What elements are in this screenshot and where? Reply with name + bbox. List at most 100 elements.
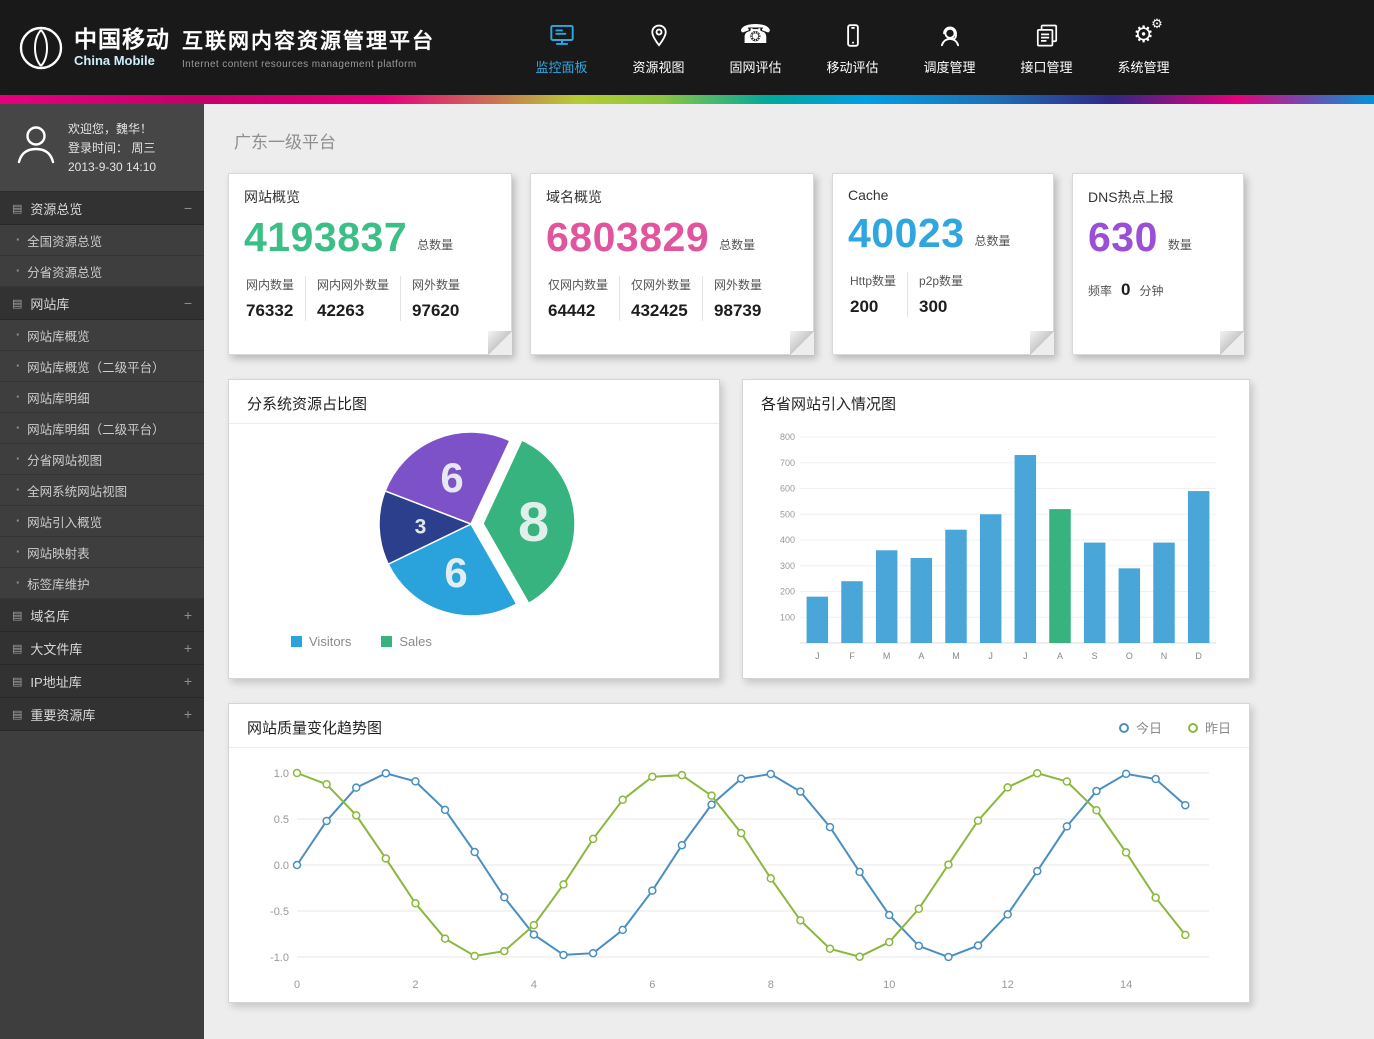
svg-text:-0.5: -0.5 — [270, 906, 289, 918]
expand-toggle-icon[interactable]: + — [184, 607, 192, 623]
nav-label: 监控面板 — [535, 57, 587, 76]
svg-text:6: 6 — [444, 549, 467, 596]
nav-monitor-panel[interactable]: 监控面板 — [513, 19, 610, 76]
svg-text:1.0: 1.0 — [274, 768, 289, 780]
stat-col: 网外数量 97620 — [400, 276, 471, 321]
expand-toggle-icon[interactable]: + — [184, 673, 192, 689]
nav-dispatch-management[interactable]: 调度管理 — [901, 19, 998, 76]
stat-label: 网外数量 — [714, 276, 762, 293]
stat-col: 网外数量 98739 — [702, 276, 773, 321]
sidebar-section-website-library[interactable]: ▤ 网站库 − — [0, 287, 204, 320]
stat-value: 42263 — [317, 301, 389, 321]
svg-text:J: J — [1023, 651, 1028, 661]
svg-text:J: J — [988, 651, 993, 661]
svg-text:J: J — [815, 651, 820, 661]
stat-col: p2p数量 300 — [907, 272, 974, 317]
sidebar-section-important-resource-library[interactable]: ▤ 重要资源库 + — [0, 698, 204, 731]
stat-col: Http数量 200 — [848, 272, 907, 317]
big-number-label: 数量 — [1168, 236, 1192, 258]
expand-toggle-icon[interactable]: + — [184, 706, 192, 722]
stat-col: 仅网外数量 432425 — [619, 276, 702, 321]
stat-cards: 网站概览 4193837 总数量 网内数量 76332 网内网外数量 42263 — [228, 173, 1250, 355]
sidebar-item-label: 标签库维护 — [27, 574, 90, 593]
nav-resource-view[interactable]: 资源视图 — [610, 19, 707, 76]
sidebar-item-label: 网站库概览（二级平台） — [27, 357, 165, 376]
expand-toggle-icon[interactable]: + — [184, 640, 192, 656]
nav-fixed-network-eval[interactable]: ☎ 固网评估 — [707, 19, 804, 76]
bullet-icon: · — [16, 264, 20, 278]
sidebar-item-website-lib-detail-l2[interactable]: · 网站库明细（二级平台） — [0, 413, 204, 444]
platform-title: 互联网内容资源管理平台 — [182, 25, 435, 55]
sidebar-item-province-website-view[interactable]: · 分省网站视图 — [0, 444, 204, 475]
big-number-label: 总数量 — [719, 236, 755, 258]
app-header: 中国移动 China Mobile 互联网内容资源管理平台 Internet c… — [0, 0, 1374, 95]
sidebar-item-label: 分省资源总览 — [27, 262, 102, 281]
sidebar-section-big-file-library[interactable]: ▤ 大文件库 + — [0, 632, 204, 665]
stat-col: 网内网外数量 42263 — [305, 276, 400, 321]
bullet-icon: · — [16, 452, 20, 466]
bullet-icon: · — [16, 514, 20, 528]
sidebar-item-website-lib-detail[interactable]: · 网站库明细 — [0, 382, 204, 413]
sidebar-item-tag-library-maintenance[interactable]: · 标签库维护 — [0, 568, 204, 599]
sidebar-item-website-lib-overview[interactable]: · 网站库概览 — [0, 320, 204, 351]
bullet-icon: · — [16, 233, 20, 247]
legend-sales[interactable]: Sales — [381, 634, 432, 649]
svg-text:14: 14 — [1120, 979, 1132, 991]
nav-label: 移动评估 — [826, 57, 878, 76]
legend-dot — [1188, 723, 1198, 733]
avatar-icon — [14, 120, 58, 177]
sidebar-item-website-mapping-table[interactable]: · 网站映射表 — [0, 537, 204, 568]
sidebar-item-website-lib-overview-l2[interactable]: · 网站库概览（二级平台） — [0, 351, 204, 382]
svg-text:8: 8 — [768, 979, 774, 991]
svg-text:10: 10 — [883, 979, 895, 991]
svg-text:300: 300 — [780, 561, 795, 571]
sidebar-item-province-resource-overview[interactable]: · 分省资源总览 — [0, 256, 204, 287]
collapse-toggle-icon[interactable]: − — [184, 295, 192, 311]
sidebar-section-label: 资源总览 — [30, 199, 82, 218]
svg-text:A: A — [918, 651, 924, 661]
legend-visitors[interactable]: Visitors — [291, 634, 351, 649]
stat-unit: 分钟 — [1139, 282, 1163, 299]
legend-yesterday[interactable]: 昨日 — [1188, 718, 1231, 737]
svg-text:-1.0: -1.0 — [270, 952, 289, 964]
legend-today[interactable]: 今日 — [1119, 718, 1162, 737]
gears-icon: ⚙⚙ — [1133, 19, 1154, 51]
sidebar-item-network-system-website-view[interactable]: · 全网系统网站视图 — [0, 475, 204, 506]
nav-label: 接口管理 — [1020, 57, 1072, 76]
card-title: 域名概览 — [546, 187, 798, 207]
bullet-icon: · — [16, 390, 20, 404]
sidebar-section-ip-address-library[interactable]: ▤ IP地址库 + — [0, 665, 204, 698]
svg-text:100: 100 — [780, 612, 795, 622]
nav-label: 系统管理 — [1117, 57, 1169, 76]
nav-label: 调度管理 — [923, 57, 975, 76]
svg-text:A: A — [1057, 651, 1063, 661]
panel-title: 分系统资源占比图 — [247, 393, 367, 414]
sidebar-item-website-import-overview[interactable]: · 网站引入概览 — [0, 506, 204, 537]
legend-label: 昨日 — [1205, 718, 1231, 737]
big-number: 40023 — [848, 213, 965, 254]
nav-system-management[interactable]: ⚙⚙ 系统管理 — [1095, 19, 1192, 76]
stat-label: 仅网内数量 — [548, 276, 608, 293]
big-number-label: 总数量 — [417, 236, 453, 258]
sidebar-item-national-resource-overview[interactable]: · 全国资源总览 — [0, 225, 204, 256]
sidebar-item-label: 全网系统网站视图 — [27, 481, 127, 500]
big-number: 4193837 — [244, 217, 407, 258]
sidebar-section-domain-library[interactable]: ▤ 域名库 + — [0, 599, 204, 632]
collapse-toggle-icon[interactable]: − — [184, 200, 192, 216]
bar-chart: 100200300400500600700800JFMAMJJASOND — [766, 429, 1226, 667]
rainbow-stripe — [0, 95, 1374, 104]
trend-legend: 今日 昨日 — [1119, 718, 1231, 737]
svg-text:6: 6 — [649, 979, 655, 991]
svg-text:N: N — [1161, 651, 1168, 661]
login-label: 登录时间： 周三 — [68, 139, 156, 158]
stat-value: 98739 — [714, 301, 762, 321]
svg-text:700: 700 — [780, 458, 795, 468]
sidebar-section-resource-overview[interactable]: ▤ 资源总览 − — [0, 192, 204, 225]
headset-icon — [937, 19, 963, 51]
nav-label: 资源视图 — [632, 57, 684, 76]
panel-system-resource-pie: 分系统资源占比图 8636 Visitors Sales — [228, 379, 720, 679]
nav-interface-management[interactable]: 接口管理 — [998, 19, 1095, 76]
svg-text:200: 200 — [780, 587, 795, 597]
pie-chart: 8636 — [359, 424, 589, 630]
nav-mobile-eval[interactable]: 移动评估 — [804, 19, 901, 76]
